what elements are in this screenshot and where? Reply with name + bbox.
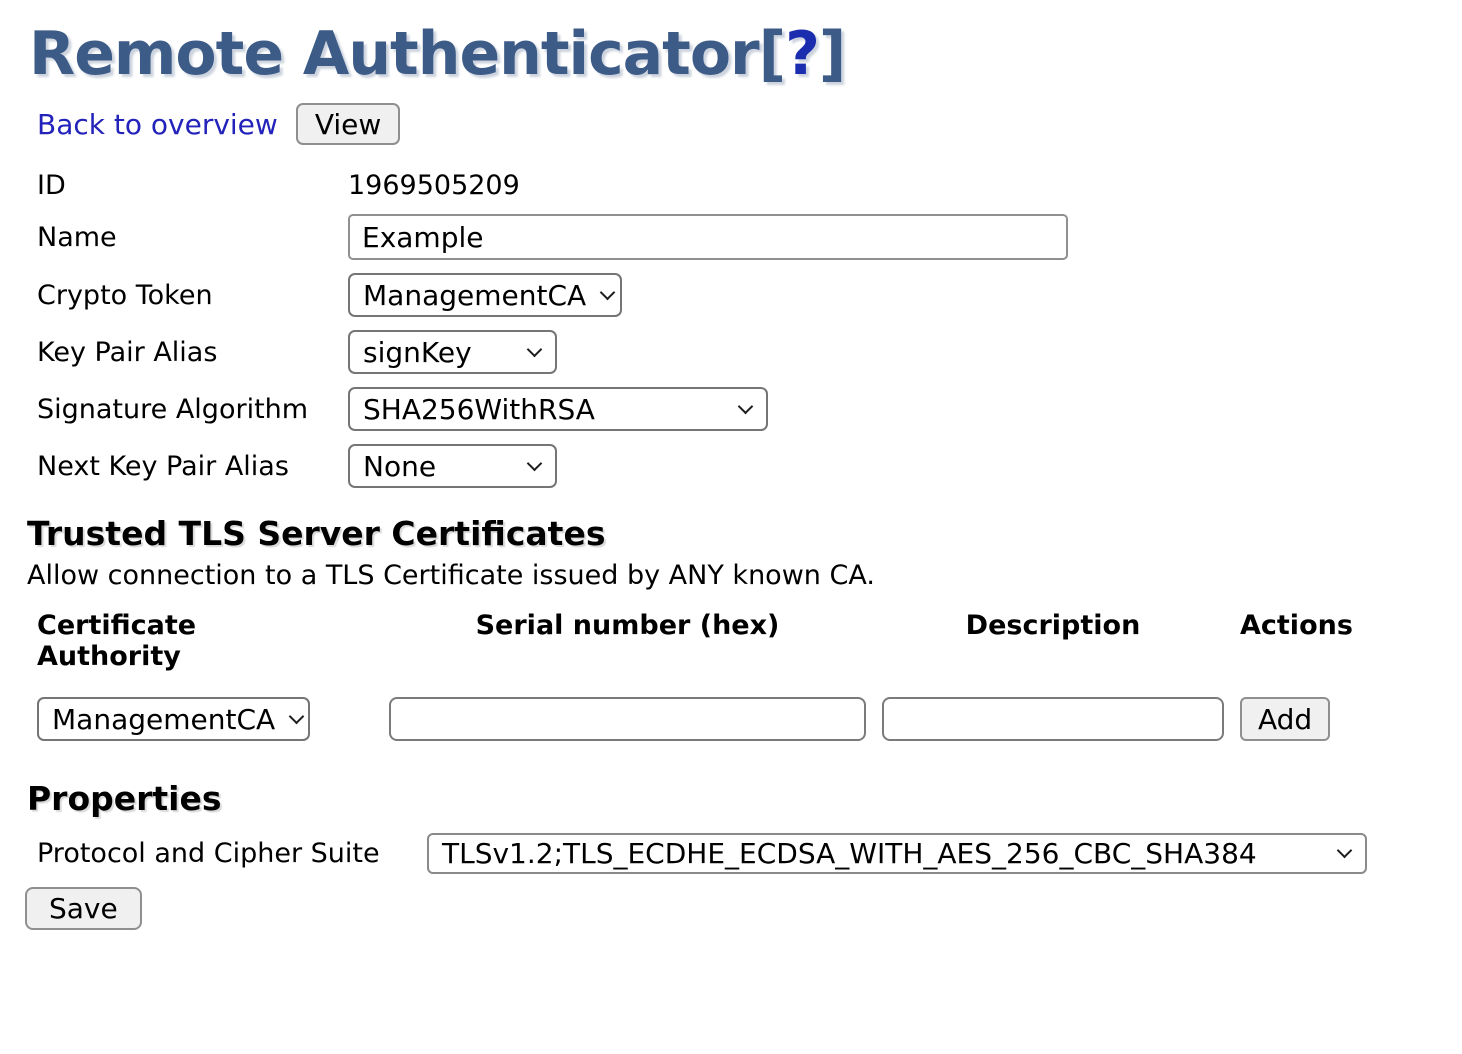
actions-cell: Add	[1240, 697, 1362, 741]
form-row-id: ID 1969505209	[37, 169, 1462, 201]
form-row-next-key-pair-alias: Next Key Pair Alias None	[37, 444, 1462, 488]
crypto-token-label: Crypto Token	[37, 280, 348, 311]
description-cell	[882, 697, 1224, 741]
protocol-cipher-suite-selected-value: TLSv1.2;TLS_ECDHE_ECDSA_WITH_AES_256_CBC…	[442, 837, 1257, 870]
name-input[interactable]	[348, 214, 1068, 260]
crypto-token-select[interactable]: ManagementCA	[348, 273, 622, 317]
chevron-down-icon	[289, 708, 305, 724]
back-to-overview-link[interactable]: Back to overview	[37, 108, 278, 141]
help-link[interactable]: ?	[785, 19, 819, 89]
add-button[interactable]: Add	[1240, 697, 1330, 741]
trusted-tls-subtitle: Allow connection to a TLS Certificate is…	[27, 560, 1462, 591]
chevron-down-icon	[600, 284, 616, 300]
trusted-tls-table-header: Certificate Authority Serial number (hex…	[37, 610, 1462, 672]
protocol-cipher-suite-select[interactable]: TLSv1.2;TLS_ECDHE_ECDSA_WITH_AES_256_CBC…	[427, 833, 1367, 874]
page-title: Remote Authenticator[?]	[29, 20, 1462, 89]
next-key-pair-alias-label: Next Key Pair Alias	[37, 451, 348, 482]
key-pair-alias-select[interactable]: signKey	[348, 330, 557, 374]
key-pair-alias-label: Key Pair Alias	[37, 337, 348, 368]
table-row: ManagementCA Add	[37, 697, 1462, 741]
name-label: Name	[37, 222, 348, 253]
id-label: ID	[37, 170, 348, 201]
page-title-text: Remote Authenticator	[29, 19, 759, 89]
description-input[interactable]	[882, 697, 1224, 741]
column-header-actions: Actions	[1240, 610, 1362, 672]
chevron-down-icon	[527, 341, 543, 357]
serial-number-cell	[389, 697, 866, 741]
chevron-down-icon	[1337, 843, 1353, 859]
certificate-authority-selected-value: ManagementCA	[52, 703, 275, 736]
nav-row: Back to overview View	[37, 103, 1462, 145]
id-value: 1969505209	[348, 170, 520, 201]
form-row-signature-algorithm: Signature Algorithm SHA256WithRSA	[37, 387, 1462, 431]
form-row-crypto-token: Crypto Token ManagementCA	[37, 273, 1462, 317]
next-key-pair-alias-select[interactable]: None	[348, 444, 557, 488]
column-header-description: Description	[882, 610, 1224, 672]
form-row-key-pair-alias: Key Pair Alias signKey	[37, 330, 1462, 374]
chevron-down-icon	[738, 398, 754, 414]
signature-algorithm-label: Signature Algorithm	[37, 394, 348, 425]
help-bracket-close: ]	[819, 19, 845, 89]
form-row-protocol-cipher-suite: Protocol and Cipher Suite TLSv1.2;TLS_EC…	[37, 833, 1462, 874]
view-button[interactable]: View	[296, 103, 400, 145]
key-pair-alias-selected-value: signKey	[363, 336, 472, 369]
certificate-authority-cell: ManagementCA	[37, 697, 310, 741]
protocol-cipher-suite-label: Protocol and Cipher Suite	[37, 838, 427, 869]
signature-algorithm-select[interactable]: SHA256WithRSA	[348, 387, 768, 431]
crypto-token-selected-value: ManagementCA	[363, 279, 586, 312]
save-button[interactable]: Save	[25, 887, 142, 930]
serial-number-input[interactable]	[389, 697, 866, 741]
next-key-pair-alias-selected-value: None	[363, 450, 436, 483]
column-header-serial-number: Serial number (hex)	[389, 610, 866, 672]
chevron-down-icon	[527, 455, 543, 471]
authenticator-form: ID 1969505209 Name Crypto Token Manageme…	[27, 169, 1462, 488]
help-bracket-open: [	[759, 19, 785, 89]
signature-algorithm-selected-value: SHA256WithRSA	[363, 393, 595, 426]
trusted-tls-heading: Trusted TLS Server Certificates	[27, 514, 1462, 553]
column-header-certificate-authority: Certificate Authority	[37, 610, 310, 672]
certificate-authority-select[interactable]: ManagementCA	[37, 697, 310, 741]
form-row-name: Name	[37, 214, 1462, 260]
properties-heading: Properties	[27, 779, 1462, 818]
